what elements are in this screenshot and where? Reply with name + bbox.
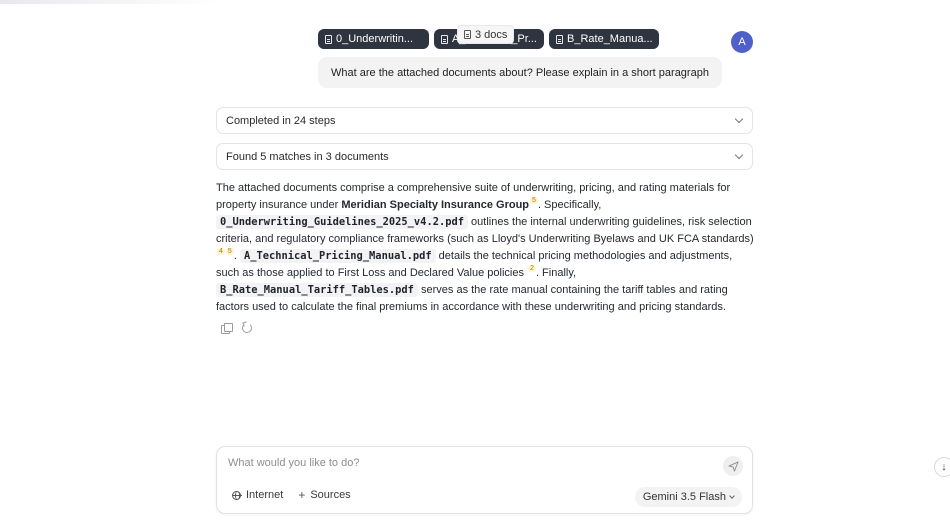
attachment-chip-rate-manual[interactable]: B_Rate_Manua... [549,29,659,49]
answer-text: . Specifically, [537,199,602,211]
doc-filename-underwriting: 0_Underwriting_Guidelines_2025_v4.2.pdf [216,215,468,229]
document-icon [441,34,448,44]
internet-toggle[interactable]: Internet [232,489,283,501]
chevron-down-icon [734,150,744,160]
send-button[interactable] [723,456,743,476]
plus-icon: + [298,488,306,502]
arrow-down-icon: ↓ [941,461,947,473]
citation-badge[interactable]: 2 [528,265,536,272]
steps-panel-label: Completed in 24 steps [226,114,336,127]
citation-badge[interactable]: 5 [225,248,234,255]
document-icon [464,30,471,39]
citation-badge[interactable]: 4 [217,248,225,255]
sources-button[interactable]: + Sources [298,489,350,501]
attachment-chip-label: B_Rate_Manua... [567,33,653,45]
matches-panel-label: Found 5 matches in 3 documents [226,150,389,163]
prompt-input[interactable] [228,457,698,469]
doc-filename-rate-manual: B_Rate_Manual_Tariff_Tables.pdf [216,283,418,297]
send-icon [727,460,739,472]
chevron-down-icon [734,114,744,124]
matches-panel[interactable]: Found 5 matches in 3 documents [216,143,753,170]
composer: Internet + Sources Gemini 3.5 Flash [216,446,753,514]
document-icon [556,34,563,44]
scroll-down-button[interactable]: ↓ [934,457,950,477]
doc-filename-technical-pricing: A_Technical_Pricing_Manual.pdf [239,249,436,263]
assistant-answer: The attached documents comprise a compre… [216,180,756,316]
model-label: Gemini 3.5 Flash [642,491,726,503]
sources-label: Sources [310,489,351,501]
attachment-chip-underwriting[interactable]: 0_Underwritin... [318,29,429,49]
globe-icon [232,490,242,500]
docs-count-tooltip: 3 docs [457,25,515,44]
steps-panel[interactable]: Completed in 24 steps [216,107,753,134]
citation-badge[interactable]: 5 [530,197,538,204]
document-icon [325,34,332,44]
retry-icon[interactable] [242,323,252,333]
answer-actions [221,323,252,334]
composer-tools: Internet + Sources [232,489,351,501]
top-fade [0,0,220,4]
attachment-chip-label: 0_Underwritin... [336,33,414,45]
user-avatar[interactable]: A [731,31,753,53]
company-name: Meridian Specialty Insurance Group [341,199,530,211]
docs-count-label: 3 docs [475,28,508,41]
internet-label: Internet [246,489,284,501]
chevron-down-icon [729,493,735,499]
model-select[interactable]: Gemini 3.5 Flash [634,487,742,507]
copy-icon[interactable] [221,323,233,334]
user-message-bubble: What are the attached documents about? P… [318,57,722,88]
answer-text: . Finally, [535,267,577,279]
user-message-text: What are the attached documents about? P… [331,66,709,79]
